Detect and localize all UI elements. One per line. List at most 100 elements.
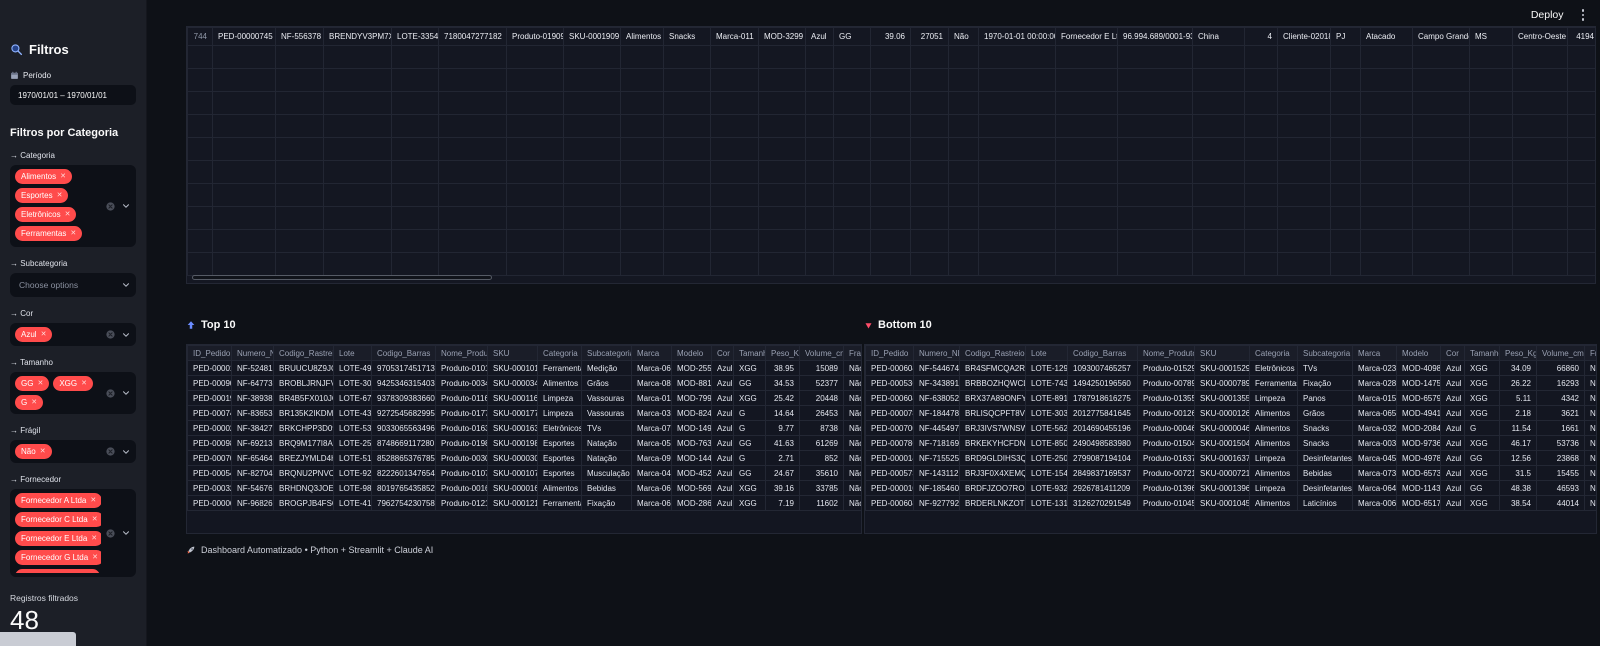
empty-cell: [1117, 229, 1193, 253]
dataframe-cell: Fornecedor E Ltda: [1055, 27, 1118, 46]
tag-label: Fornecedor I Ltda: [21, 572, 84, 573]
tag-fornecedor-g-ltda[interactable]: Fornecedor G Ltda ✕: [15, 550, 101, 565]
multiselect-fragil[interactable]: Não ✕: [10, 440, 136, 463]
tag-xgg[interactable]: XGG ✕: [53, 376, 93, 391]
tag-fornecedor-c-ltda[interactable]: Fornecedor C Ltda ✕: [15, 512, 101, 527]
cell: G: [733, 405, 766, 421]
tag-remove-icon[interactable]: ✕: [37, 379, 43, 388]
tag-eletrônicos[interactable]: Eletrônicos ✕: [15, 207, 77, 222]
cell: Produto-01396: [1137, 480, 1195, 496]
empty-cell: [1567, 137, 1595, 161]
empty-cell: [1567, 229, 1595, 253]
tag-remove-icon[interactable]: ✕: [92, 515, 98, 524]
empty-cell: [1244, 183, 1278, 207]
tag-ferramentas[interactable]: Ferramentas ✕: [15, 226, 83, 241]
clear-all-icon[interactable]: [105, 528, 116, 539]
empty-cell: [1192, 160, 1245, 184]
bottom10-table[interactable]: ID_Pedido Numero_NF Codigo_Rastreio Lote Cod…: [864, 344, 1597, 534]
tag-remove-icon[interactable]: ✕: [81, 379, 87, 388]
tag-alimentos[interactable]: Alimentos ✕: [15, 169, 72, 184]
empty-cell: [758, 137, 806, 161]
clear-all-icon[interactable]: [105, 201, 116, 212]
cell: Produto-01637: [1137, 450, 1195, 466]
tag-remove-icon[interactable]: ✕: [91, 534, 97, 543]
chevron-down-icon[interactable]: [121, 528, 131, 538]
cell: TVs: [581, 420, 632, 436]
tag-remove-icon[interactable]: ✕: [31, 398, 37, 407]
dataframe-cell: PJ: [1330, 27, 1361, 46]
tag-g[interactable]: G ✕: [15, 395, 44, 410]
cell: Alimentos: [1249, 420, 1298, 436]
multiselect-categoria[interactable]: Alimentos ✕ Esportes ✕ Eletrônicos ✕ Ferrament…: [10, 165, 136, 247]
empty-cell: [187, 114, 213, 138]
deploy-button[interactable]: Deploy: [1531, 9, 1564, 21]
tag-remove-icon[interactable]: ✕: [57, 191, 63, 200]
empty-cell: [663, 229, 711, 253]
cell: BRDFJZOO7RON: [959, 480, 1026, 496]
filtered-records-metric: Registros filtrados 48: [10, 593, 136, 636]
cell: Não: [843, 360, 861, 376]
cell: LOTE-4310: [333, 405, 372, 421]
tag-remove-icon[interactable]: ✕: [60, 172, 66, 181]
cell: Marca-032: [1352, 420, 1397, 436]
tag-remove-icon[interactable]: ✕: [70, 229, 76, 238]
cell: Marca-065: [631, 360, 672, 376]
tag-remove-icon[interactable]: ✕: [40, 447, 46, 456]
clear-all-icon[interactable]: [105, 446, 116, 457]
tag-fornecedor-i-ltda[interactable]: Fornecedor I Ltda ✕: [15, 569, 101, 573]
chevron-down-icon[interactable]: [121, 447, 131, 457]
tag-remove-icon[interactable]: ✕: [92, 553, 98, 562]
empty-cell: [1567, 91, 1595, 115]
empty-cell: [978, 45, 1056, 69]
dataframe-horizontal-scrollbar[interactable]: [192, 275, 492, 280]
empty-cell: [710, 160, 759, 184]
multiselect-subcategoria[interactable]: Choose options: [10, 273, 136, 297]
cell: 39.16: [765, 480, 800, 496]
cell: 9705317451713: [371, 360, 436, 376]
empty-cell: [1360, 137, 1413, 161]
dataframe-cell: Atacado: [1360, 27, 1413, 46]
bottom10-row: PED-00053628NF-343891BRBBOZHQWCLNLOTE-74…: [865, 375, 1596, 391]
cell: Natação: [581, 450, 632, 466]
cell: Bebidas: [581, 480, 632, 496]
tag-remove-icon[interactable]: ✕: [88, 572, 94, 573]
top10-table[interactable]: ID_PedidoNumero_NFCodigo_RastreioLoteCod…: [186, 344, 862, 534]
cell: G: [733, 420, 766, 436]
chevron-down-icon[interactable]: [121, 388, 131, 398]
tag-remove-icon[interactable]: ✕: [90, 496, 96, 505]
empty-cell: [506, 114, 564, 138]
dataframe-empty-row: [187, 45, 1595, 69]
cell: Azul: [711, 465, 734, 481]
multiselect-controls: [105, 388, 131, 399]
tag-azul[interactable]: Azul ✕: [15, 327, 53, 342]
chevron-down-icon[interactable]: [121, 201, 131, 211]
bottom10-row: PED-00060429NF-638052BRX37A89ONFYLOTE-89…: [865, 390, 1596, 406]
overflow-menu-icon[interactable]: [1578, 7, 1589, 23]
period-date-input[interactable]: 1970/01/01 – 1970/01/01: [10, 85, 136, 105]
tag-esportes[interactable]: Esportes ✕: [15, 188, 69, 203]
clear-all-icon[interactable]: [105, 388, 116, 399]
footer-text: Dashboard Automatizado • Python + Stream…: [201, 545, 434, 555]
cell: Esportes: [537, 435, 582, 451]
filtered-dataframe[interactable]: 744 PED-00000745 NF-556378 BRENDYV3PM7X LOTE…: [186, 26, 1596, 284]
multiselect-cor[interactable]: Azul ✕: [10, 323, 136, 346]
cell: 8738: [799, 420, 844, 436]
tag-não[interactable]: Não ✕: [15, 444, 52, 459]
tag-fornecedor-e-ltda[interactable]: Fornecedor E Ltda ✕: [15, 531, 101, 546]
tag-fornecedor-a-ltda[interactable]: Fornecedor A Ltda ✕: [15, 493, 101, 508]
multiselect-tamanho[interactable]: GG ✕ XGG ✕ G ✕: [10, 372, 136, 414]
cell: LOTE-7439: [1025, 375, 1068, 391]
empty-cell: [1567, 45, 1595, 69]
clear-all-icon[interactable]: [105, 329, 116, 340]
tag-remove-icon[interactable]: ✕: [41, 330, 47, 339]
empty-cell: [1277, 68, 1331, 92]
cell: Limpeza: [1249, 390, 1298, 406]
empty-cell: [563, 114, 621, 138]
chevron-down-icon[interactable]: [121, 280, 131, 290]
tag-remove-icon[interactable]: ✕: [65, 210, 71, 219]
cell: BROBLJRNJFVU: [273, 375, 334, 391]
chevron-down-icon[interactable]: [121, 330, 131, 340]
multiselect-fornecedor[interactable]: Fornecedor A Ltda ✕ Fornecedor C Ltda ✕ Forn…: [10, 489, 136, 577]
tag-gg[interactable]: GG ✕: [15, 376, 50, 391]
multiselect-controls: [121, 280, 131, 290]
